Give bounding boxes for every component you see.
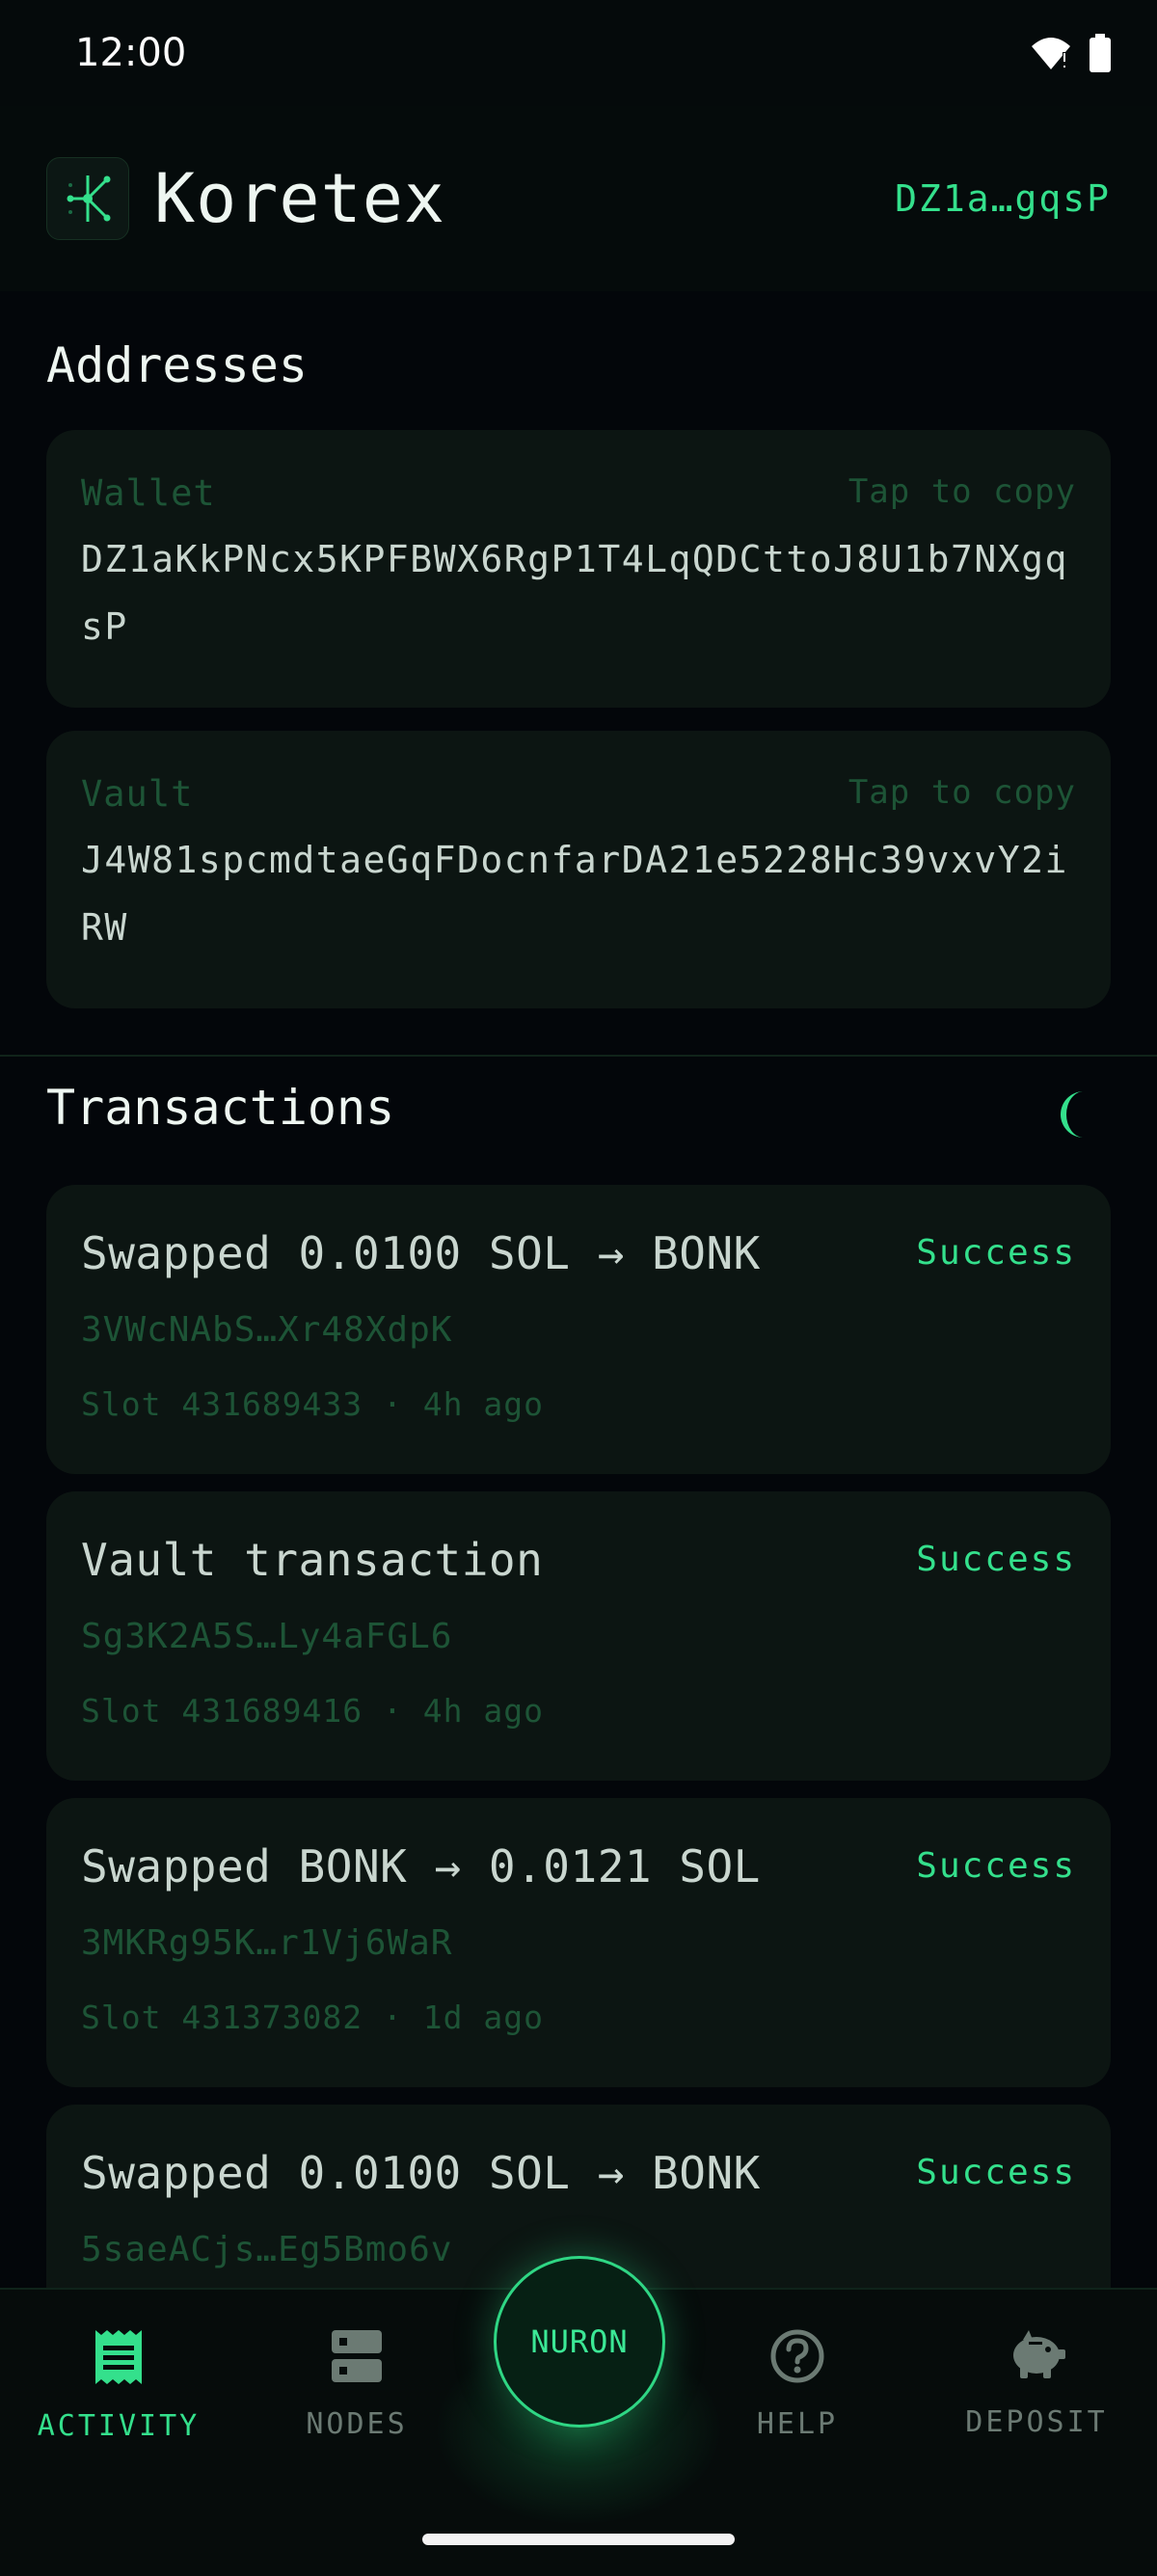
transaction-title: Vault transaction [81,1534,544,1586]
wallet-address-card[interactable]: Wallet Tap to copy DZ1aKkPNcx5KPFBWX6RgP… [46,430,1111,708]
nav-label: NODES [306,2407,408,2441]
transaction-hash: 5saeACjs…Eg5Bmo6v [81,2230,453,2269]
nav-label: HELP [756,2407,839,2441]
transaction-card[interactable]: Vault transaction Success Sg3K2A5S…Ly4aF… [46,1491,1111,1781]
copy-hint: Tap to copy [848,773,1076,812]
status-icons [1030,34,1111,72]
piggy-bank-icon [1013,2330,1065,2378]
app-title: Koretex [154,159,446,238]
vault-address-card[interactable]: Vault Tap to copy J4W81spcmdtaeGqFDocnfa… [46,731,1111,1008]
transaction-status: Success [916,2153,1076,2192]
transaction-hash: 3VWcNAbS…Xr48XdpK [81,1310,453,1350]
server-icon [332,2330,382,2382]
wifi-icon [1032,38,1070,69]
status-bar: 12:00 [0,0,1157,106]
nuron-button[interactable]: NURON [494,2256,665,2428]
transaction-status: Success [916,1233,1076,1273]
addresses-title: Addresses [46,337,308,393]
status-time: 12:00 [75,31,187,75]
transaction-status: Success [916,1540,1076,1579]
transaction-card[interactable]: Swapped 0.0100 SOL → BONK Success 3VWcNA… [46,1185,1111,1474]
transaction-title: Swapped BONK → 0.0121 SOL [81,1840,761,1892]
nav-item-activity[interactable]: ACTIVITY [3,2328,234,2443]
section-divider [0,1055,1157,1057]
home-indicator[interactable] [422,2534,735,2545]
transactions-title: Transactions [46,1080,395,1136]
vault-label: Vault [81,773,194,815]
transaction-hash: 3MKRg95K…r1Vj6WaR [81,1923,453,1963]
transaction-status: Success [916,1846,1076,1886]
copy-hint: Tap to copy [848,472,1076,511]
transaction-title: Swapped 0.0100 SOL → BONK [81,1227,761,1279]
koretex-logo-icon [46,157,129,240]
transaction-meta: Slot 431373082 · 1d ago [81,1999,544,2036]
transaction-card[interactable]: Swapped BONK → 0.0121 SOL Success 3MKRg9… [46,1798,1111,2087]
nav-item-deposit[interactable]: DEPOSIT [921,2328,1152,2439]
wallet-address-button[interactable]: DZ1a…gqsP [895,177,1111,220]
transaction-title: Swapped 0.0100 SOL → BONK [81,2147,761,2199]
brand: Koretex [46,157,445,240]
battery-icon [1090,34,1111,72]
wallet-address-value: DZ1aKkPNcx5KPFBWX6RgP1T4LqQDCttoJ8U1b7NX… [81,538,1068,648]
receipt-icon [95,2330,142,2384]
transaction-hash: Sg3K2A5S…Ly4aFGL6 [81,1617,453,1656]
transaction-meta: Slot 431689416 · 4h ago [81,1692,544,1730]
vault-address-value: J4W81spcmdtaeGqFDocnfarDA21e5228Hc39vxvY… [81,839,1068,949]
loading-spinner-icon [1061,1091,1084,1138]
nav-label: DEPOSIT [965,2405,1108,2439]
nav-label: ACTIVITY [37,2409,201,2443]
transaction-meta: Slot 431689433 · 4h ago [81,1385,544,1423]
app-header: Koretex DZ1a…gqsP [0,106,1157,291]
wallet-label: Wallet [81,472,216,514]
help-circle-icon [770,2329,824,2383]
